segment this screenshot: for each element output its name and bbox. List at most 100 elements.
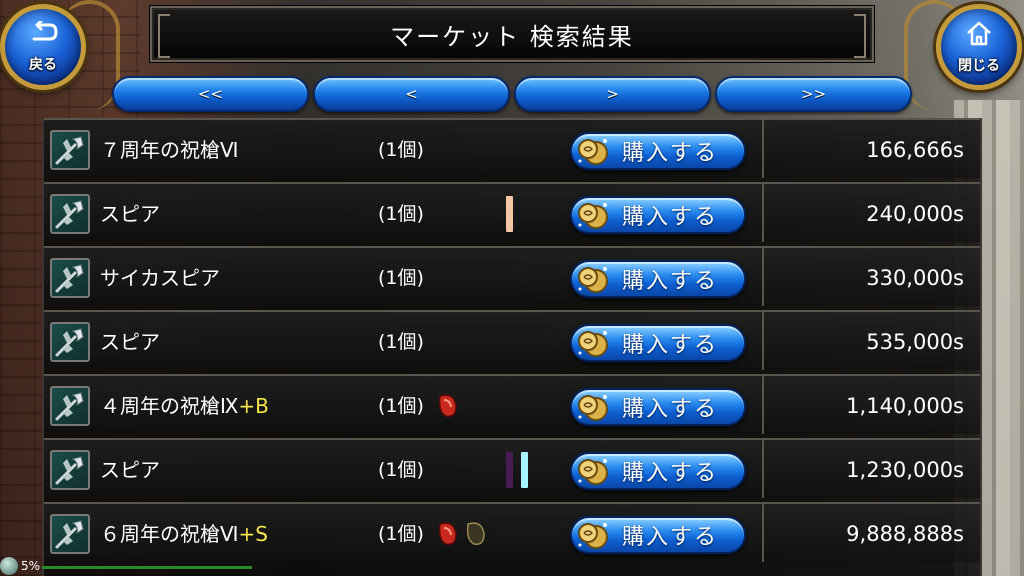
item-quantity: (1個) <box>378 203 424 225</box>
buy-button[interactable]: 購入する <box>570 388 746 426</box>
item-price: 1,230,000s <box>846 458 964 482</box>
item-quantity: (1個) <box>378 139 424 161</box>
last-page-button[interactable]: >> <box>715 76 912 112</box>
item-price: 166,666s <box>866 138 964 162</box>
close-button-label: 閉じる <box>958 57 1000 74</box>
coin-icon <box>576 392 610 422</box>
close-button[interactable]: 閉じる <box>936 4 1022 90</box>
item-quantity: (1個) <box>378 395 424 417</box>
dye-color-bars <box>506 196 513 232</box>
buy-button[interactable]: 購入する <box>570 132 746 170</box>
item-quantity: (1個) <box>378 331 424 353</box>
coin-icon <box>576 520 610 550</box>
column-divider <box>762 440 764 498</box>
item-name-text: ７周年の祝槍Ⅵ <box>100 138 239 162</box>
item-name: ６周年の祝槍Ⅵ+S <box>100 504 268 564</box>
dye-color-swatch <box>506 452 513 488</box>
list-item: ７周年の祝槍Ⅵ (1個) 購入する 166,666s <box>44 118 980 178</box>
return-arrow-icon <box>28 19 58 50</box>
spear-icon <box>50 194 90 234</box>
back-button-label: 戻る <box>29 56 57 73</box>
item-price: 330,000s <box>866 266 964 290</box>
pagination: << < > >> <box>112 76 912 114</box>
item-name-text: スピア <box>100 330 160 354</box>
spear-icon <box>50 258 90 298</box>
column-divider <box>762 376 764 434</box>
item-gems <box>436 392 460 424</box>
item-quantity: (1個) <box>378 267 424 289</box>
red-gem-icon <box>436 520 460 552</box>
market-result-list: ７周年の祝槍Ⅵ (1個) 購入する 166,666s スピア (1個) 購入する 240,00… <box>42 118 982 576</box>
item-name-text: スピア <box>100 458 160 482</box>
item-name-text: ４周年の祝槍Ⅸ <box>100 394 239 418</box>
spear-icon <box>50 514 90 554</box>
status-bar: 5% <box>0 556 252 576</box>
list-item: ４周年の祝槍Ⅸ+B (1個) 購入する 1,140,000s <box>44 374 980 434</box>
coin-icon <box>576 328 610 358</box>
dye-color-bars <box>506 452 528 488</box>
dye-color-swatch <box>521 452 528 488</box>
item-name-text: サイカスピア <box>100 266 220 290</box>
coin-icon <box>576 200 610 230</box>
title-bar: マーケット 検索結果 <box>150 6 874 62</box>
next-page-button[interactable]: > <box>514 76 711 112</box>
spear-icon <box>50 130 90 170</box>
dye-color-swatch <box>506 196 513 232</box>
item-name: スピア <box>100 440 160 500</box>
progress-percent: 5% <box>21 559 41 573</box>
spear-icon <box>50 322 90 362</box>
prev-page-button[interactable]: < <box>313 76 510 112</box>
item-enhance-suffix: +S <box>238 522 268 546</box>
list-item: スピア (1個) 購入する 240,000s <box>44 182 980 242</box>
column-divider <box>762 248 764 306</box>
page-title: マーケット 検索結果 <box>390 22 634 51</box>
first-page-button[interactable]: << <box>112 76 309 112</box>
buy-button-label: 購入する <box>622 269 719 294</box>
item-quantity: (1個) <box>378 459 424 481</box>
item-name: ７周年の祝槍Ⅵ <box>100 120 238 180</box>
spear-icon <box>50 386 90 426</box>
item-name: スピア <box>100 184 160 244</box>
coin-icon <box>576 136 610 166</box>
item-name: スピア <box>100 312 160 372</box>
back-button[interactable]: 戻る <box>0 4 86 90</box>
buy-button-label: 購入する <box>622 205 719 230</box>
item-price: 535,000s <box>866 330 964 354</box>
item-quantity: (1個) <box>378 523 424 545</box>
item-name: サイカスピア <box>100 248 220 308</box>
buy-button-label: 購入する <box>622 525 719 550</box>
coin-icon <box>576 264 610 294</box>
item-name-text: スピア <box>100 202 160 226</box>
column-divider <box>762 184 764 242</box>
spear-icon <box>50 450 90 490</box>
buy-button-label: 購入する <box>622 397 719 422</box>
buy-button[interactable]: 購入する <box>570 452 746 490</box>
column-divider <box>762 120 764 178</box>
item-name-text: ６周年の祝槍Ⅵ <box>100 522 239 546</box>
list-item: スピア (1個) 購入する 1,230,000s <box>44 438 980 498</box>
item-price: 240,000s <box>866 202 964 226</box>
list-item: スピア (1個) 購入する 535,000s <box>44 310 980 370</box>
item-price: 9,888,888s <box>846 522 964 546</box>
red-gem-icon <box>436 392 460 424</box>
home-icon <box>965 20 993 51</box>
item-enhance-suffix: +B <box>238 394 269 418</box>
buy-button[interactable]: 購入する <box>570 324 746 362</box>
buy-button-label: 購入する <box>622 333 719 358</box>
buy-button[interactable]: 購入する <box>570 516 746 554</box>
progress-meter <box>42 566 252 569</box>
dark-gem-icon <box>464 520 488 552</box>
buy-button-label: 購入する <box>622 141 719 166</box>
globe-icon <box>0 557 18 575</box>
coin-icon <box>576 456 610 486</box>
item-gems <box>436 520 488 552</box>
buy-button[interactable]: 購入する <box>570 196 746 234</box>
buy-button-label: 購入する <box>622 461 719 486</box>
buy-button[interactable]: 購入する <box>570 260 746 298</box>
column-divider <box>762 504 764 562</box>
list-item: ６周年の祝槍Ⅵ+S (1個) 購入する 9,888,888s <box>44 502 980 562</box>
list-item: サイカスピア (1個) 購入する 330,000s <box>44 246 980 306</box>
column-divider <box>762 312 764 370</box>
item-price: 1,140,000s <box>846 394 964 418</box>
item-name: ４周年の祝槍Ⅸ+B <box>100 376 269 436</box>
